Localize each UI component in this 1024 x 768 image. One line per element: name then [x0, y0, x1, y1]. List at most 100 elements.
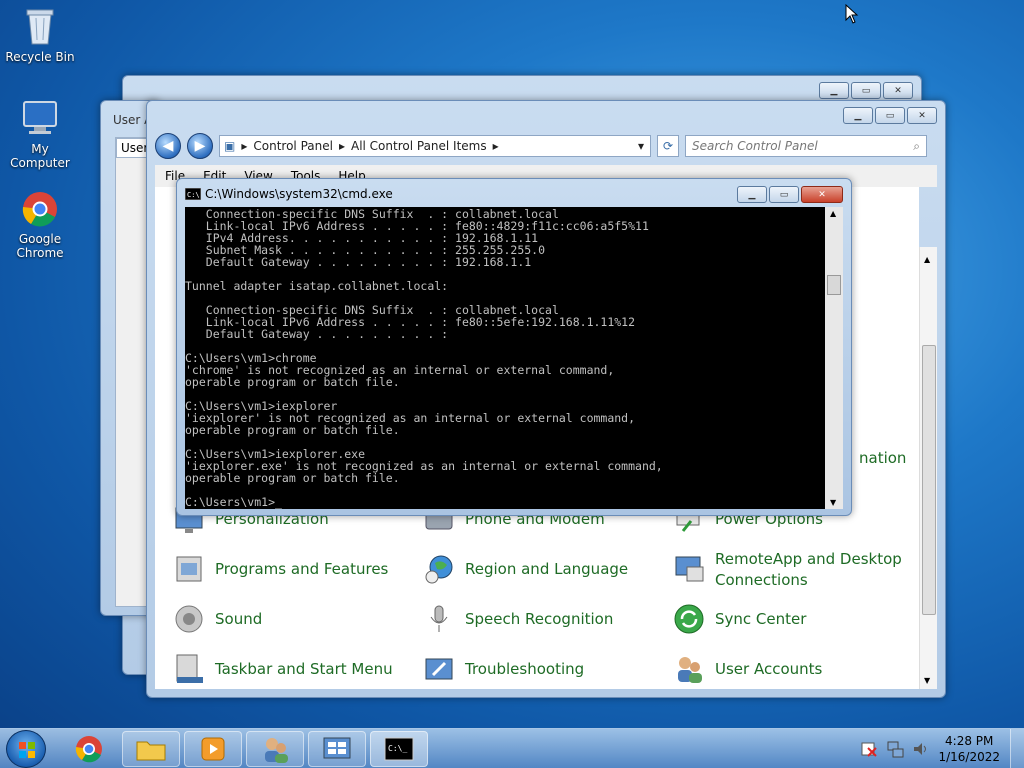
control-panel-icon: ▣: [224, 139, 236, 153]
cp-item-label: Speech Recognition: [465, 610, 614, 628]
taskbar-start-icon: [176, 654, 203, 683]
desktop-icon-google-chrome[interactable]: Google Chrome: [0, 190, 80, 260]
taskbar: C:\_ 4:28 PM 1/16/2022: [0, 728, 1024, 768]
mouse-cursor-icon: [845, 4, 859, 24]
cp-maximize-button[interactable]: ▭: [875, 107, 905, 124]
user-accounts-icon: [678, 657, 702, 683]
taskbar-media-player[interactable]: [184, 731, 242, 767]
cp-minimize-button[interactable]: ▁: [843, 107, 873, 124]
desktop-icon-recycle-bin[interactable]: Recycle Bin: [0, 6, 80, 64]
action-center-icon[interactable]: [860, 740, 878, 758]
windows-logo-icon: [19, 742, 35, 758]
search-icon: ⌕: [913, 138, 920, 153]
cmd-close-button[interactable]: ✕: [801, 186, 843, 203]
user-accounts-icon: [265, 738, 288, 763]
taskbar-user-accounts[interactable]: [246, 731, 304, 767]
cp-close-button[interactable]: ✕: [907, 107, 937, 124]
sync-center-icon: [674, 604, 704, 634]
cmd-icon: C:\_: [384, 737, 414, 761]
control-panel-scrollbar[interactable]: ▲ ▼: [919, 247, 937, 689]
cp-item-label: Taskbar and Start Menu: [215, 660, 393, 678]
cmd-icon: C:\: [185, 188, 201, 200]
my-computer-icon: [23, 101, 57, 134]
cp-item-speech-recognition[interactable]: Speech Recognition: [423, 603, 613, 635]
scroll-up-icon[interactable]: ▲: [924, 255, 930, 264]
media-player-icon: [201, 737, 225, 761]
speech-recognition-icon: [430, 605, 448, 632]
control-panel-icon: [323, 737, 351, 759]
sound-icon: [175, 605, 203, 633]
system-tray: 4:28 PM 1/16/2022: [860, 729, 1024, 768]
address-bar[interactable]: ▣ ▸ Control Panel ▸ All Control Panel It…: [219, 135, 651, 157]
cp-item-label: Sound: [215, 610, 263, 628]
refresh-button[interactable]: ⟳: [657, 135, 679, 157]
breadcrumb-control-panel[interactable]: Control Panel: [253, 139, 333, 153]
cp-item-programs-features[interactable]: Programs and Features: [173, 553, 388, 585]
search-placeholder: Search Control Panel: [692, 139, 818, 153]
cp-item-remoteapp[interactable]: RemoteApp and Desktop Connections: [673, 549, 905, 591]
cmd-maximize-button[interactable]: ▭: [769, 186, 799, 203]
svg-text:C:\: C:\: [187, 191, 200, 199]
refresh-icon: ⟳: [662, 139, 674, 153]
close-button[interactable]: ✕: [883, 82, 913, 99]
taskbar-cmd[interactable]: C:\_: [370, 731, 428, 767]
troubleshooting-icon: [425, 658, 453, 680]
my-computer-label: My Computer: [10, 142, 70, 170]
breadcrumb-separator-icon: ▸: [338, 139, 345, 153]
recycle-bin-label: Recycle Bin: [5, 50, 75, 64]
cmd-console[interactable]: Connection-specific DNS Suffix . : colla…: [185, 207, 825, 509]
cmd-scroll-down-icon[interactable]: ▼: [830, 498, 836, 507]
clock-time: 4:28 PM: [945, 734, 994, 748]
network-icon[interactable]: [886, 740, 904, 758]
cp-item-label: Region and Language: [465, 560, 629, 578]
cp-item-taskbar-start[interactable]: Taskbar and Start Menu: [173, 653, 393, 685]
cmd-title: C:\Windows\system32\cmd.exe: [205, 187, 393, 201]
taskbar-chrome[interactable]: [60, 731, 118, 767]
recycle-bin-icon: [26, 9, 54, 45]
cmd-minimize-button[interactable]: ▁: [737, 186, 767, 203]
start-button[interactable]: [6, 730, 46, 768]
show-desktop-button[interactable]: [1010, 729, 1024, 768]
scroll-down-icon[interactable]: ▼: [924, 676, 930, 685]
cp-item-sync-center[interactable]: Sync Center: [673, 603, 806, 635]
cp-item-label: Sync Center: [715, 610, 807, 628]
chrome-icon: [75, 736, 102, 763]
address-dropdown-icon[interactable]: ▾: [638, 139, 650, 153]
cp-item-troubleshooting[interactable]: Troubleshooting: [423, 653, 584, 685]
volume-icon[interactable]: [912, 740, 930, 758]
chrome-icon: [22, 192, 57, 227]
cmd-scrollbar[interactable]: ▲ ▼: [825, 207, 843, 509]
forward-button[interactable]: ▶: [187, 133, 213, 159]
cmd-window[interactable]: C:\ C:\Windows\system32\cmd.exe ▁ ▭ ✕ Co…: [176, 178, 852, 516]
cp-item-label: User Accounts: [715, 660, 823, 678]
cmd-scroll-up-icon[interactable]: ▲: [830, 209, 836, 218]
breadcrumb-separator-icon: ▸: [241, 139, 248, 153]
minimize-button[interactable]: ▁: [819, 82, 849, 99]
breadcrumb-all-items[interactable]: All Control Panel Items: [351, 139, 487, 153]
clock[interactable]: 4:28 PM 1/16/2022: [938, 733, 1000, 765]
folder-icon: [136, 741, 166, 761]
search-input[interactable]: Search Control Panel ⌕: [685, 135, 927, 157]
svg-text:C:\_: C:\_: [388, 744, 407, 753]
programs-features-icon: [176, 556, 202, 582]
google-chrome-label: Google Chrome: [16, 232, 64, 260]
cp-item-sound[interactable]: Sound: [173, 603, 262, 635]
cp-item-user-accounts[interactable]: User Accounts: [673, 653, 822, 685]
cp-item-label: Troubleshooting: [465, 660, 585, 678]
maximize-button[interactable]: ▭: [851, 82, 881, 99]
cmd-scroll-thumb[interactable]: [827, 275, 841, 295]
breadcrumb-separator-icon: ▸: [492, 139, 499, 153]
navigation-bar: ◀ ▶ ▣ ▸ Control Panel ▸ All Control Pane…: [155, 131, 937, 161]
taskbar-control-panel[interactable]: [308, 731, 366, 767]
cmd-output: Connection-specific DNS Suffix . : colla…: [185, 207, 663, 509]
back-button[interactable]: ◀: [155, 133, 181, 159]
cp-item-region-language[interactable]: Region and Language: [423, 553, 628, 585]
partially-hidden-item-label[interactable]: nation: [859, 449, 906, 467]
cp-item-label: RemoteApp and Desktop Connections: [715, 550, 902, 589]
cp-item-label: Programs and Features: [215, 560, 389, 578]
scroll-thumb[interactable]: [922, 345, 936, 615]
desktop-icon-my-computer[interactable]: My Computer: [0, 100, 80, 170]
taskbar-explorer[interactable]: [122, 731, 180, 767]
region-language-icon: [425, 555, 453, 584]
remoteapp-icon: [675, 556, 704, 582]
